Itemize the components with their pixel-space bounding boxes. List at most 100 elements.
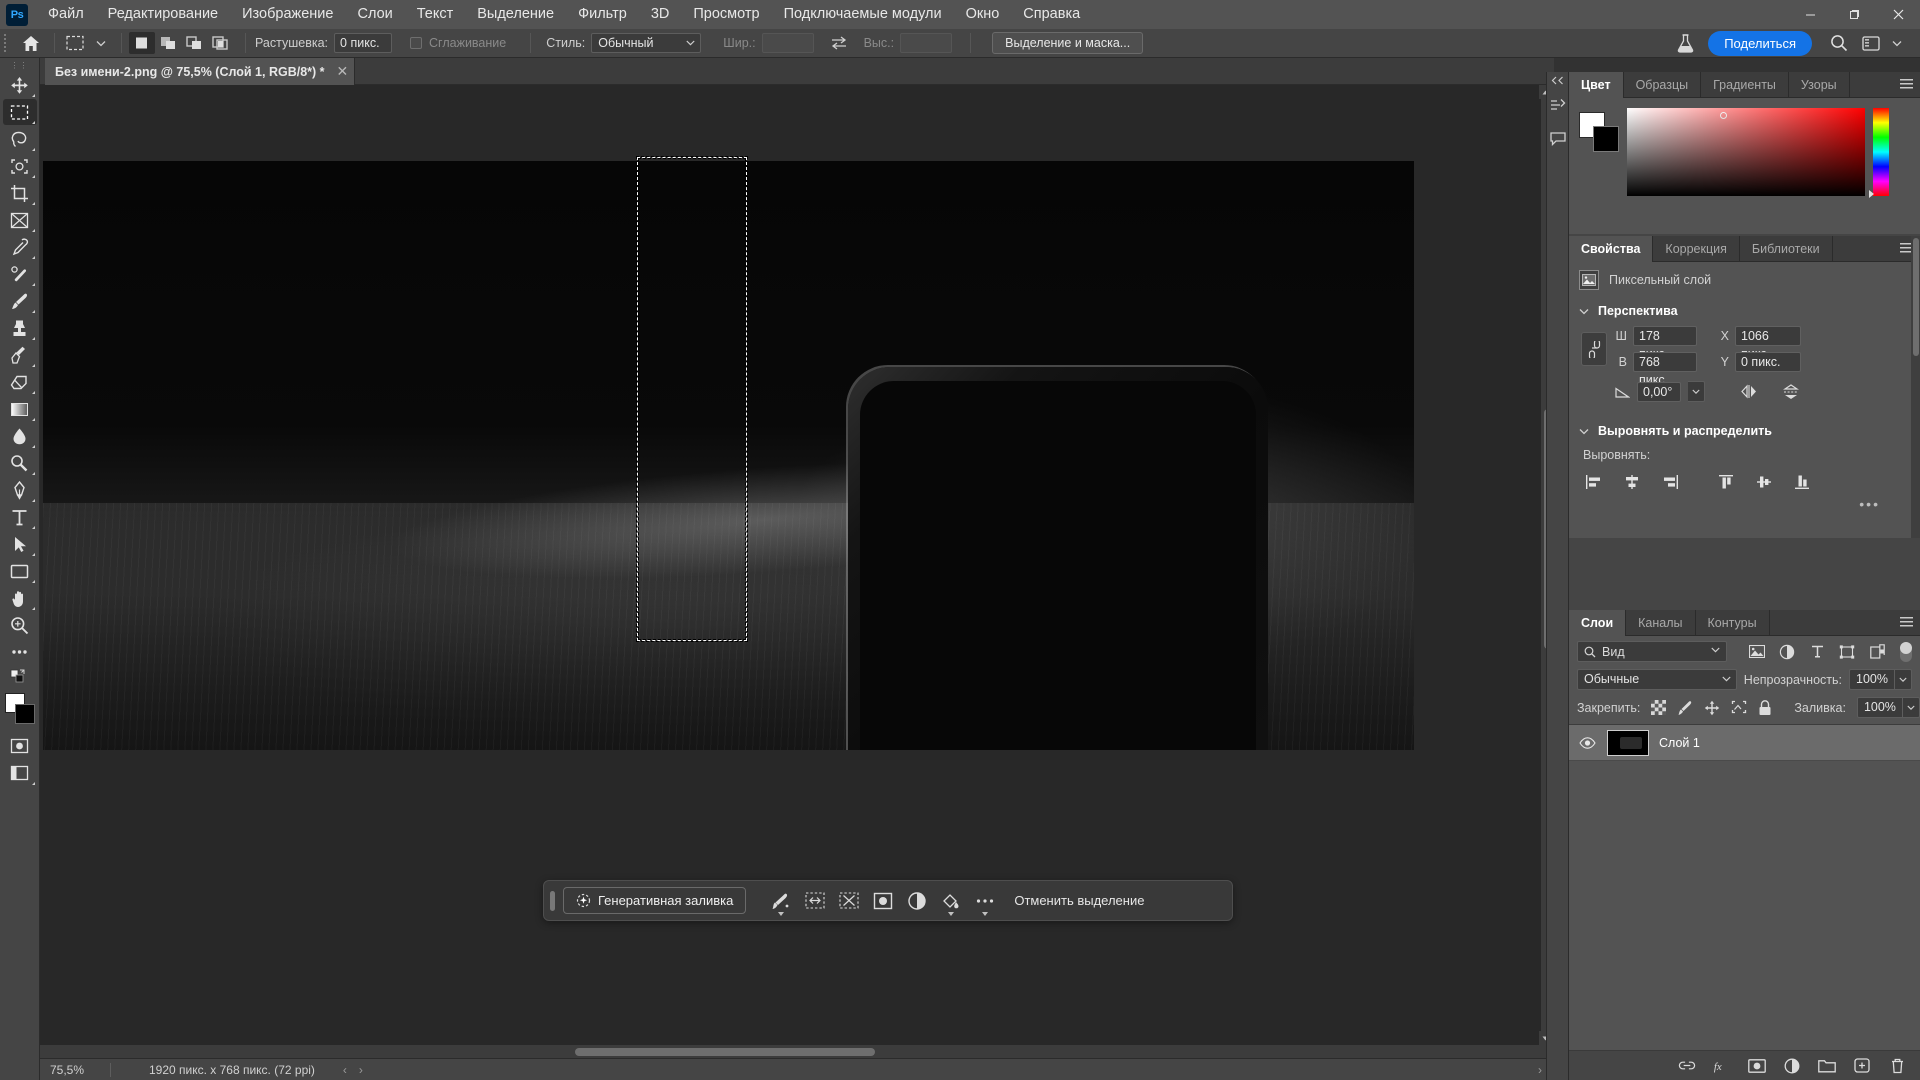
antialias-checkbox[interactable] (410, 37, 423, 49)
close-button[interactable] (1876, 0, 1920, 29)
menu-view[interactable]: Просмотр (681, 0, 771, 29)
tool-spot-healing-brush[interactable] (3, 261, 37, 287)
link-width-height-button[interactable] (1581, 332, 1607, 366)
tool-gradient[interactable] (3, 396, 37, 422)
color-panel-background-swatch[interactable] (1593, 126, 1619, 152)
swap-dimensions-icon[interactable] (826, 32, 852, 54)
color-picker-field[interactable] (1627, 108, 1865, 196)
invert-selection-icon[interactable] (832, 886, 866, 916)
tool-rectangular-marquee[interactable] (2, 99, 37, 125)
properties-panel-scrollbar[interactable] (1911, 236, 1920, 538)
align-top-icon[interactable] (1715, 472, 1737, 492)
history-panel-icon[interactable] (1548, 95, 1568, 117)
maximize-button[interactable] (1832, 0, 1876, 29)
tool-rectangle[interactable] (3, 558, 37, 584)
tool-eraser[interactable] (3, 369, 37, 395)
discover-flask-icon[interactable] (1672, 32, 1698, 54)
tool-blur[interactable] (3, 423, 37, 449)
select-subject-icon[interactable] (764, 886, 798, 916)
menu-select[interactable]: Выделение (465, 0, 566, 29)
layer-visibility-toggle[interactable] (1577, 736, 1597, 749)
new-group-icon[interactable] (1818, 1057, 1836, 1075)
menu-file[interactable]: Файл (36, 0, 96, 29)
align-center-vertical-icon[interactable] (1753, 472, 1775, 492)
align-bottom-icon[interactable] (1791, 472, 1813, 492)
tab-channels[interactable]: Каналы (1626, 610, 1696, 636)
tool-zoom[interactable] (3, 612, 37, 638)
tool-type[interactable] (3, 504, 37, 530)
tool-preset-icon[interactable] (62, 32, 88, 54)
layers-panel-menu-icon[interactable] (1900, 617, 1913, 628)
delete-layer-icon[interactable] (1888, 1057, 1906, 1075)
opacity-stepper[interactable] (1895, 669, 1912, 690)
tool-eyedropper[interactable] (3, 234, 37, 260)
tool-brush[interactable] (3, 288, 37, 314)
feather-input[interactable]: 0 пикс. (334, 33, 393, 53)
adjustment-layer-icon[interactable] (900, 886, 934, 916)
blend-mode-select[interactable]: Обычные (1577, 669, 1737, 690)
tool-history-brush[interactable] (3, 342, 37, 368)
filter-type-layers-icon[interactable] (1806, 642, 1828, 662)
menu-filter[interactable]: Фильтр (566, 0, 639, 29)
flip-horizontal-icon[interactable] (1740, 384, 1758, 399)
tab-patterns[interactable]: Узоры (1789, 72, 1850, 98)
select-and-mask-button[interactable]: Выделение и маска... (992, 32, 1144, 54)
search-icon[interactable] (1826, 32, 1852, 54)
hue-slider[interactable] (1873, 108, 1889, 196)
create-mask-icon[interactable] (866, 886, 900, 916)
lock-position-icon[interactable] (1704, 699, 1720, 717)
color-swatches[interactable] (3, 693, 37, 725)
transform-section-header[interactable]: Перспектива (1569, 298, 1920, 324)
generative-fill-button[interactable]: Генеративная заливка (563, 887, 747, 914)
tab-adjustments[interactable]: Коррекция (1653, 236, 1740, 262)
color-panel-menu-icon[interactable] (1900, 79, 1913, 90)
minimize-button[interactable] (1788, 0, 1832, 29)
menu-image[interactable]: Изображение (230, 0, 345, 29)
align-more-options[interactable]: ••• (1569, 494, 1920, 518)
fill-selection-icon[interactable] (934, 886, 968, 916)
expand-panels-icon[interactable] (1551, 76, 1564, 85)
canvas-horizontal-scroll-thumb[interactable] (575, 1048, 875, 1056)
align-left-icon[interactable] (1583, 472, 1605, 492)
height-input[interactable] (900, 33, 953, 53)
quick-mask-toggle[interactable] (3, 733, 37, 759)
tab-properties[interactable]: Свойства (1569, 236, 1654, 262)
tool-object-selection[interactable] (3, 153, 37, 179)
menu-text[interactable]: Текст (405, 0, 466, 29)
lock-all-icon[interactable] (1758, 699, 1772, 717)
background-color-swatch[interactable] (14, 704, 35, 724)
share-button[interactable]: Поделиться (1708, 30, 1812, 56)
tool-default-colors-icon[interactable] (3, 666, 37, 688)
taskbar-drag-handle[interactable] (550, 890, 555, 911)
align-section-header[interactable]: Выровнять и распределить (1569, 418, 1920, 444)
tool-edit-toolbar[interactable] (3, 639, 37, 665)
y-prop-input[interactable]: 0 пикс. (1735, 352, 1801, 372)
canvas-horizontal-scrollbar[interactable] (40, 1045, 1554, 1058)
filter-shape-layers-icon[interactable] (1836, 642, 1858, 662)
angle-stepper[interactable] (1688, 381, 1705, 402)
subtract-from-selection-icon[interactable] (181, 32, 207, 54)
close-icon[interactable]: ✕ (337, 63, 349, 80)
canvas-area[interactable]: Генеративная заливка Отменить выделение (40, 85, 1554, 1080)
tab-paths[interactable]: Контуры (1696, 610, 1770, 636)
home-icon[interactable] (18, 32, 44, 54)
align-right-icon[interactable] (1659, 472, 1681, 492)
more-options-icon[interactable] (968, 886, 1002, 916)
menu-plugins[interactable]: Подключаемые модули (772, 0, 954, 29)
tools-panel-grip[interactable]: ⋮⋮ (0, 58, 39, 72)
layer-row-1[interactable]: Слой 1 (1569, 725, 1920, 761)
tool-crop[interactable] (3, 180, 37, 206)
filter-pixel-layers-icon[interactable] (1746, 642, 1768, 662)
tool-dodge[interactable] (3, 450, 37, 476)
layer-filter-select[interactable]: Вид (1577, 641, 1727, 662)
options-bar-grip[interactable] (0, 29, 10, 58)
x-prop-input[interactable]: 1066 пикс (1735, 326, 1801, 361)
tool-frame[interactable] (3, 207, 37, 233)
lock-transparent-pixels-icon[interactable] (1651, 699, 1667, 717)
properties-scroll-thumb[interactable] (1912, 238, 1919, 356)
width-input[interactable] (761, 33, 814, 53)
menu-help[interactable]: Справка (1011, 0, 1092, 29)
filter-adjustment-layers-icon[interactable] (1776, 642, 1798, 662)
menu-edit[interactable]: Редактирование (96, 0, 230, 29)
tab-libraries[interactable]: Библиотеки (1740, 236, 1833, 262)
